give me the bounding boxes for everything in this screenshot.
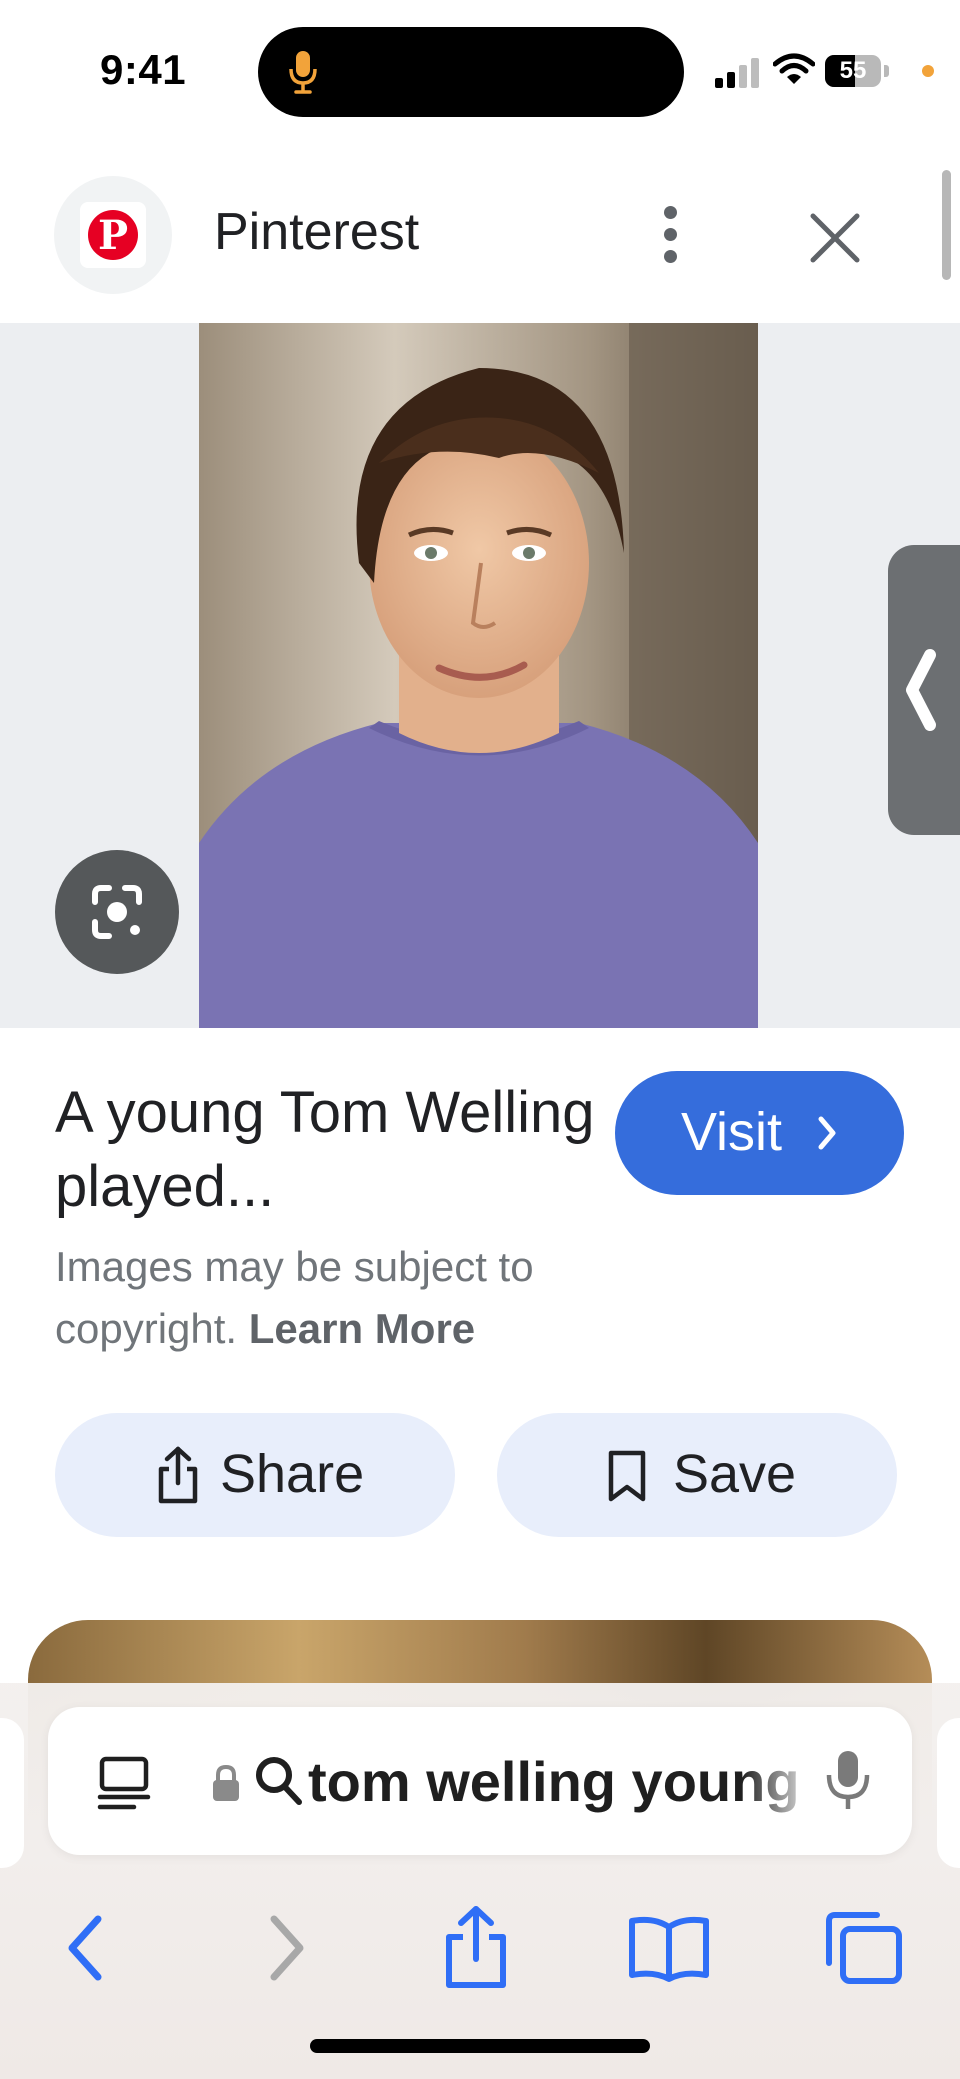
result-title[interactable]: A young Tom Welling played... (55, 1076, 595, 1224)
chevron-right-icon (818, 1116, 836, 1150)
result-details: A young Tom Welling played... Visit Imag… (0, 1028, 960, 1820)
mic-icon[interactable] (823, 1747, 873, 1813)
save-button[interactable]: Save (497, 1413, 897, 1537)
back-icon (68, 1915, 102, 1981)
side-panel-handle[interactable] (888, 545, 960, 835)
result-photo[interactable] (199, 323, 758, 1028)
google-lens-icon (92, 885, 142, 939)
tabs-icon (826, 1912, 902, 1984)
wifi-icon (773, 53, 815, 84)
address-bar[interactable]: tom welling young (48, 1707, 912, 1855)
google-lens-button[interactable] (55, 850, 179, 974)
tabs-button[interactable] (809, 1893, 919, 2003)
status-bar: 9:41 55 (0, 0, 960, 140)
share-label: Share (220, 1444, 365, 1504)
bookmarks-icon (629, 1916, 709, 1982)
next-tab-peek[interactable] (937, 1718, 960, 1868)
lock-icon (213, 1764, 239, 1801)
close-icon[interactable] (805, 208, 865, 268)
share-icon (158, 1446, 198, 1504)
learn-more-link[interactable]: Learn More (249, 1305, 475, 1352)
share-page-button[interactable] (421, 1893, 531, 2003)
privacy-dot (922, 65, 934, 77)
forward-button[interactable] (232, 1893, 342, 2003)
copyright-notice: Images may be subject to copyright. Lear… (55, 1236, 655, 1360)
status-time: 9:41 (100, 46, 187, 93)
home-indicator[interactable] (310, 2039, 650, 2053)
dynamic-island (258, 27, 684, 117)
portrait-illustration (199, 323, 758, 1028)
share-icon (446, 1906, 506, 1988)
previous-tab-peek[interactable] (0, 1718, 24, 1868)
site-title[interactable]: Pinterest (214, 202, 419, 262)
battery-icon: 55 (825, 55, 891, 87)
pinterest-logo-icon: P (88, 210, 138, 260)
mic-icon (289, 51, 317, 94)
back-button[interactable] (30, 1893, 140, 2003)
bookmark-icon (608, 1450, 646, 1502)
result-header: P Pinterest (0, 140, 960, 323)
site-favicon[interactable]: P (54, 176, 172, 294)
signal-icon (715, 58, 759, 88)
bookmarks-button[interactable] (614, 1893, 724, 2003)
battery-level: 55 (839, 57, 867, 84)
search-icon (256, 1757, 302, 1805)
browser-nav-row (0, 1893, 960, 2003)
share-button[interactable]: Share (55, 1413, 455, 1537)
image-preview-area (0, 323, 960, 1028)
forward-icon (270, 1915, 304, 1981)
search-query[interactable]: tom welling young (308, 1749, 818, 1814)
visit-button[interactable]: Visit (615, 1071, 904, 1195)
save-label: Save (673, 1444, 797, 1504)
visit-label: Visit (681, 1102, 783, 1162)
more-vert-icon[interactable] (656, 206, 684, 266)
browser-toolbar: tom welling young (0, 1683, 960, 2079)
scroll-indicator[interactable] (942, 170, 951, 280)
reader-icon[interactable] (96, 1753, 152, 1813)
chevron-left-icon (906, 649, 936, 731)
